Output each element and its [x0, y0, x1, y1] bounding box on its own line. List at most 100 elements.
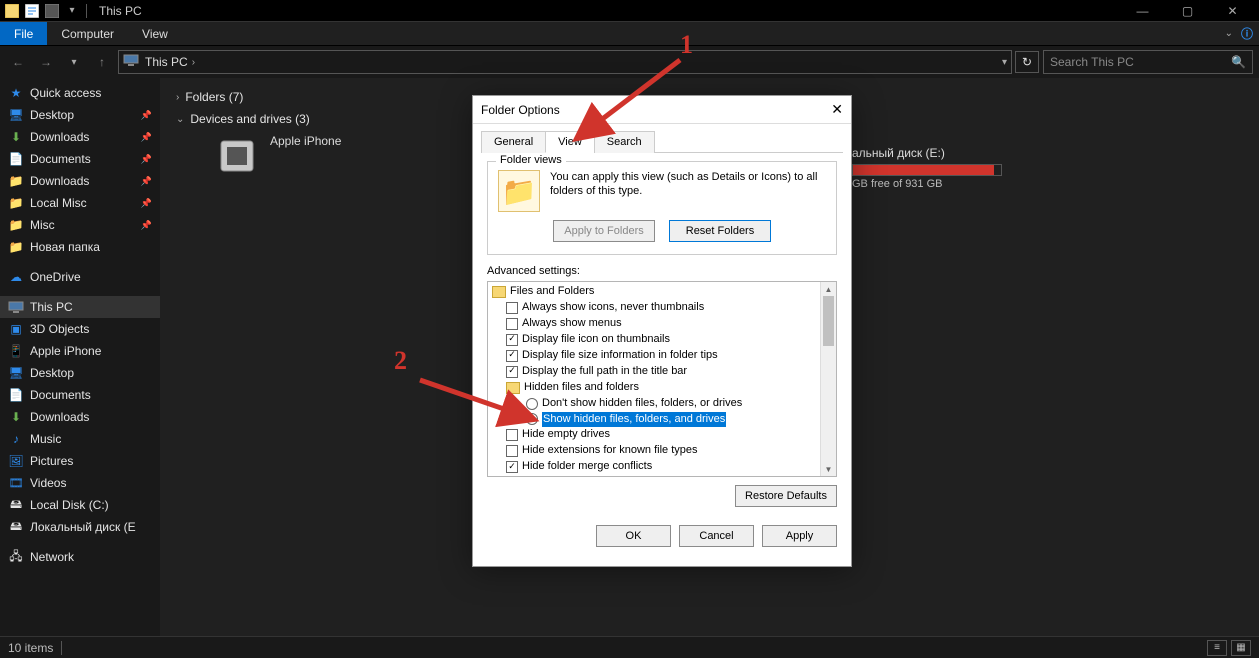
checkbox[interactable]	[506, 334, 518, 346]
sidebar-locale[interactable]: 🖴Локальный диск (E	[0, 516, 160, 538]
checkbox[interactable]	[506, 445, 518, 457]
reset-folders-button[interactable]: Reset Folders	[669, 220, 771, 242]
ok-button[interactable]: OK	[596, 525, 671, 547]
history-dropdown[interactable]: ▾	[62, 50, 86, 74]
sidebar-music[interactable]: ♪Music	[0, 428, 160, 450]
dialog-close-button[interactable]: ✕	[831, 101, 843, 118]
onedrive-icon: ☁	[8, 269, 24, 285]
desktop-icon: 🖥	[8, 365, 24, 381]
view-details-button[interactable]: ≡	[1207, 640, 1227, 656]
search-icon: 🔍	[1231, 55, 1246, 69]
drive-usage-bar	[852, 164, 1002, 176]
videos-icon: 🎞	[8, 475, 24, 491]
tab-view[interactable]: View	[545, 131, 595, 153]
dialog-tabs: General View Search	[481, 130, 843, 153]
sidebar-desktop[interactable]: 🖥Desktop📌	[0, 104, 160, 126]
minimize-button[interactable]: —	[1120, 0, 1165, 22]
sidebar-downloads[interactable]: ⬇Downloads📌	[0, 126, 160, 148]
sidebar-thispc[interactable]: This PC	[0, 296, 160, 318]
navigation-bar: ← → ▾ ↑ This PC › ▾ ↻ Search This PC 🔍	[0, 46, 1259, 78]
status-bar: 10 items ≡ ▦	[0, 636, 1259, 658]
checkbox[interactable]	[506, 318, 518, 330]
sidebar-iphone[interactable]: 📱Apple iPhone	[0, 340, 160, 362]
breadcrumb-root[interactable]: This PC	[145, 55, 188, 69]
ribbon-tabs: File Computer View ⌄ ⓘ	[0, 22, 1259, 46]
tab-general[interactable]: General	[481, 131, 546, 153]
downloads-icon: ⬇	[8, 129, 24, 145]
sidebar-network[interactable]: 🖧Network	[0, 546, 160, 568]
restore-defaults-button[interactable]: Restore Defaults	[735, 485, 837, 507]
folder-icon	[506, 382, 520, 394]
cancel-button[interactable]: Cancel	[679, 525, 754, 547]
refresh-button[interactable]: ↻	[1015, 51, 1039, 73]
sidebar-newfolder[interactable]: 📁Новая папка	[0, 236, 160, 258]
sidebar-downloads3[interactable]: ⬇Downloads	[0, 406, 160, 428]
pin-icon: 📌	[141, 154, 152, 165]
music-icon: ♪	[8, 431, 24, 447]
sidebar-3dobjects[interactable]: ▣3D Objects	[0, 318, 160, 340]
scrollbar[interactable]: ▲ ▼	[820, 282, 836, 476]
search-placeholder: Search This PC	[1050, 55, 1225, 69]
address-bar[interactable]: This PC › ▾	[118, 50, 1012, 74]
folder-options-dialog: Folder Options ✕ General View Search Fol…	[472, 95, 852, 567]
help-icon[interactable]: ⓘ	[1241, 25, 1253, 42]
checkbox[interactable]	[506, 429, 518, 441]
sidebar-pictures[interactable]: 🖼Pictures	[0, 450, 160, 472]
file-tab[interactable]: File	[0, 22, 47, 45]
scroll-up-icon[interactable]: ▲	[821, 282, 836, 296]
radio[interactable]	[526, 398, 538, 410]
sidebar-videos[interactable]: 🎞Videos	[0, 472, 160, 494]
address-dropdown-icon[interactable]: ▾	[1002, 57, 1007, 68]
folder-icon: 📁	[8, 173, 24, 189]
scroll-down-icon[interactable]: ▼	[821, 462, 836, 476]
folder-views-icon: 📁	[498, 170, 540, 212]
apply-to-folders-button[interactable]: Apply to Folders	[553, 220, 655, 242]
up-button[interactable]: ↑	[90, 50, 114, 74]
computer-tab[interactable]: Computer	[47, 22, 128, 45]
qat-newfolder-icon[interactable]	[44, 3, 60, 19]
checkbox[interactable]	[506, 366, 518, 378]
3d-icon: ▣	[8, 321, 24, 337]
close-button[interactable]: ✕	[1210, 0, 1255, 22]
sidebar-localc[interactable]: 🖴Local Disk (C:)	[0, 494, 160, 516]
sidebar-desktop2[interactable]: 🖥Desktop	[0, 362, 160, 384]
apply-button[interactable]: Apply	[762, 525, 837, 547]
sidebar-misc[interactable]: 📁Misc📌	[0, 214, 160, 236]
sidebar-onedrive[interactable]: ☁OneDrive	[0, 266, 160, 288]
forward-button[interactable]: →	[34, 50, 58, 74]
qat-dropdown-icon[interactable]: ▾	[64, 3, 80, 19]
maximize-button[interactable]: ▢	[1165, 0, 1210, 22]
tab-search[interactable]: Search	[594, 131, 655, 153]
view-large-button[interactable]: ▦	[1231, 640, 1251, 656]
sidebar-documents2[interactable]: 📄Documents	[0, 384, 160, 406]
checkbox[interactable]	[506, 302, 518, 314]
radio[interactable]	[526, 413, 538, 425]
checkbox[interactable]	[506, 461, 518, 473]
qat-properties-icon[interactable]	[24, 3, 40, 19]
drive-label: альный диск (E:)	[852, 146, 1052, 160]
back-button[interactable]: ←	[6, 50, 30, 74]
advanced-settings-list[interactable]: Files and Folders Always show icons, nev…	[487, 281, 837, 477]
view-tab[interactable]: View	[128, 22, 182, 45]
sidebar-documents[interactable]: 📄Documents📌	[0, 148, 160, 170]
pc-icon	[8, 299, 24, 315]
folder-icon	[492, 286, 506, 298]
ribbon-expand-icon[interactable]: ⌄	[1225, 28, 1233, 39]
pictures-icon: 🖼	[8, 453, 24, 469]
checkbox[interactable]	[506, 350, 518, 362]
sidebar-quick-access[interactable]: ★Quick access	[0, 82, 160, 104]
titlebar: ▾ This PC — ▢ ✕	[0, 0, 1259, 22]
documents-icon: 📄	[8, 151, 24, 167]
star-icon: ★	[8, 85, 24, 101]
drive-icon: 🖴	[8, 497, 24, 513]
drive-e[interactable]: альный диск (E:) GB free of 931 GB	[852, 146, 1052, 190]
sidebar-downloads2[interactable]: 📁Downloads📌	[0, 170, 160, 192]
pc-icon	[123, 54, 139, 70]
annotation-number-1: 1	[680, 30, 693, 60]
sidebar-localmisc[interactable]: 📁Local Misc📌	[0, 192, 160, 214]
dialog-title: Folder Options	[481, 103, 560, 117]
search-input[interactable]: Search This PC 🔍	[1043, 50, 1253, 74]
device-label: Apple iPhone	[270, 134, 341, 148]
scroll-thumb[interactable]	[823, 296, 834, 346]
folder-views-group: Folder views 📁 You can apply this view (…	[487, 161, 837, 255]
